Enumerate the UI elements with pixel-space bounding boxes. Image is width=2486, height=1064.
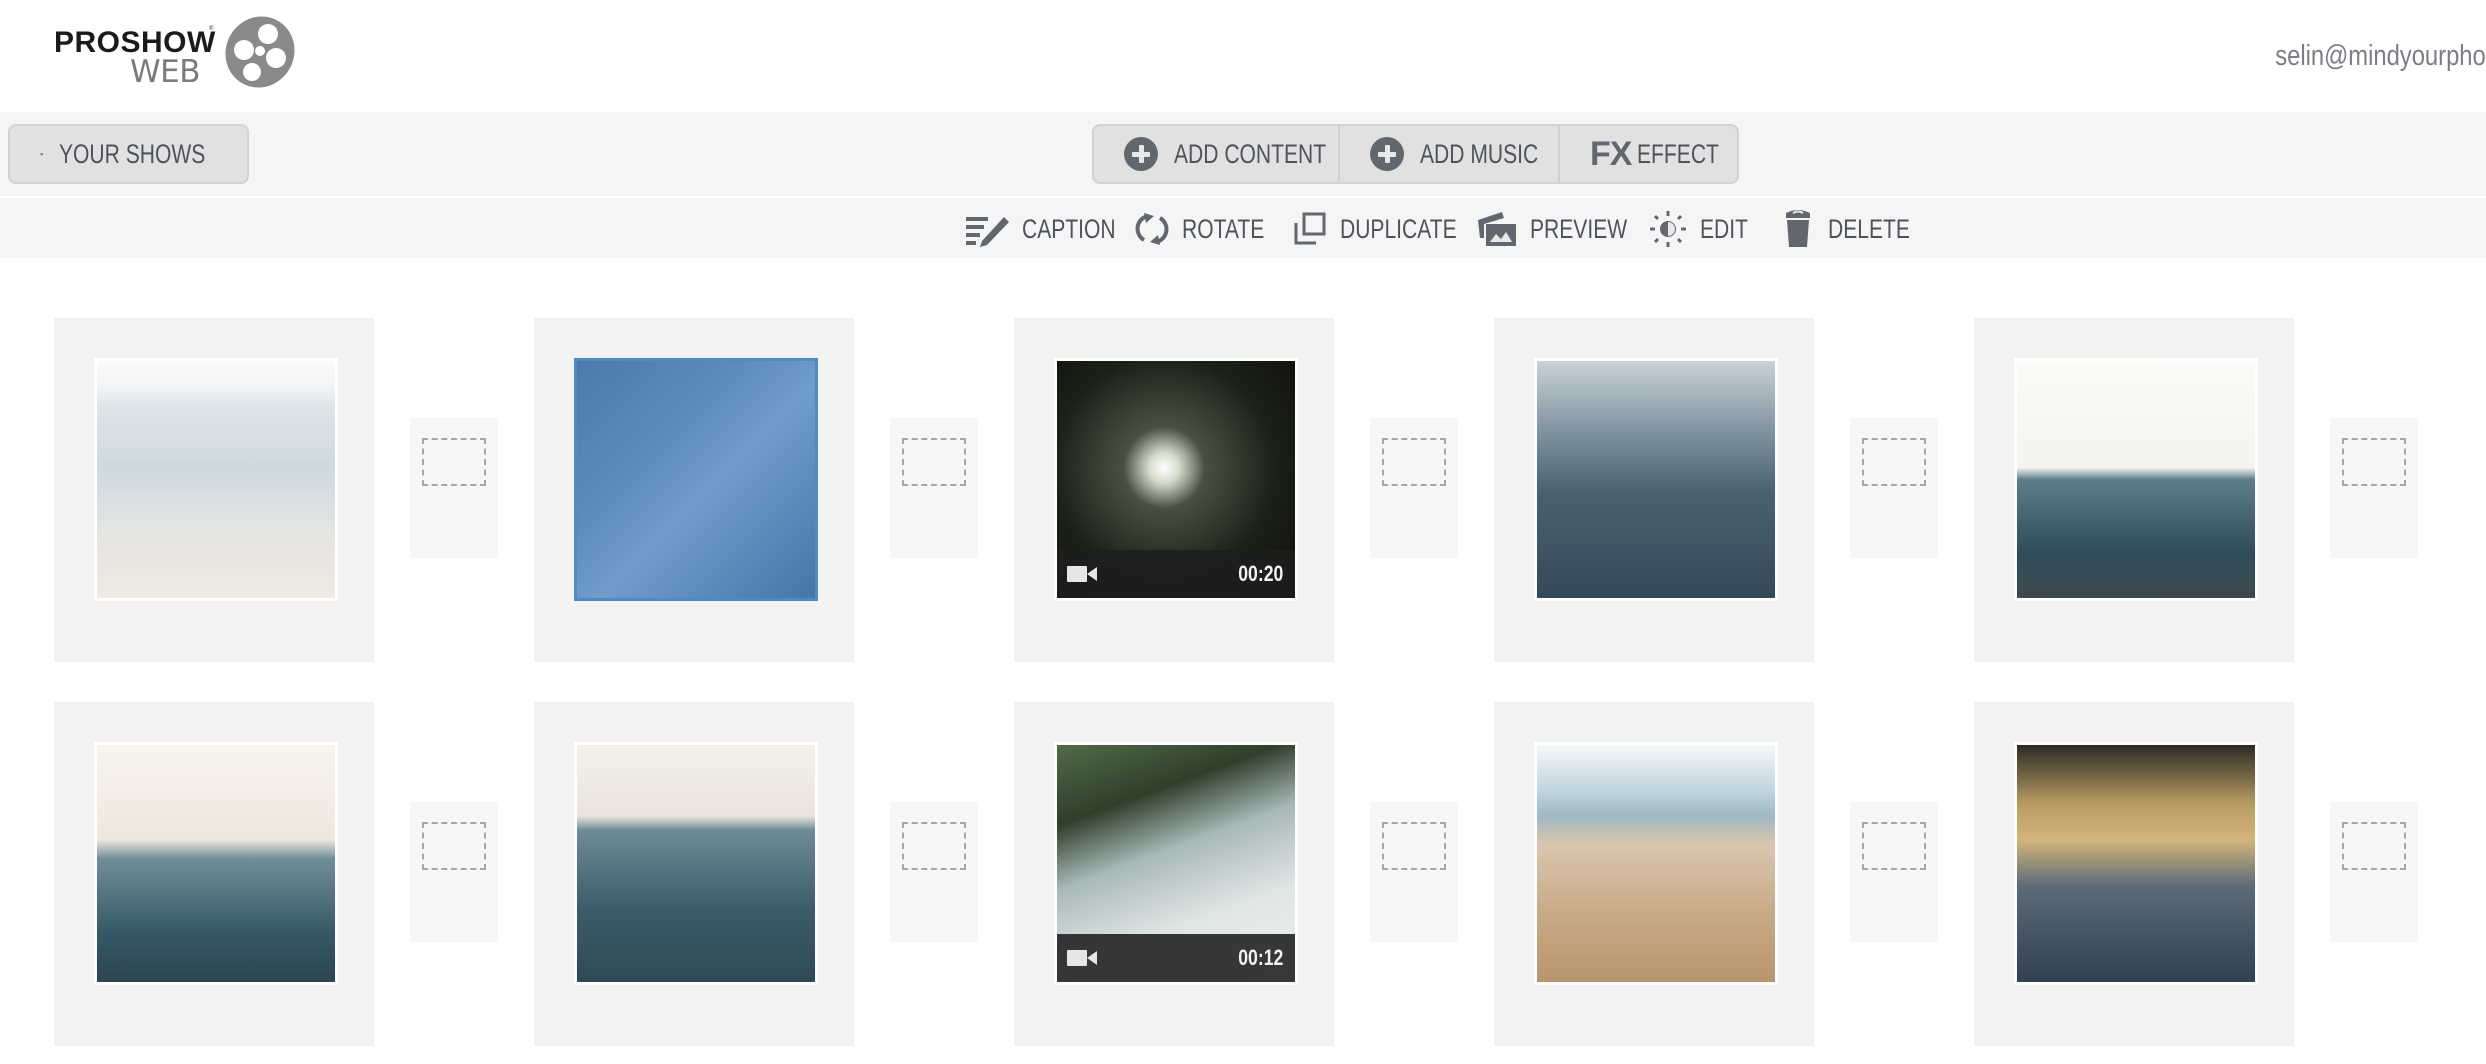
transition-placeholder-icon	[2342, 822, 2406, 870]
transition-slot[interactable]	[890, 802, 978, 942]
transition-placeholder-icon	[1862, 438, 1926, 486]
photo-thumbnail[interactable]	[94, 358, 338, 601]
slide-card[interactable]	[534, 318, 854, 662]
caption-pencil-icon	[966, 217, 1009, 247]
delete-button[interactable]: DELETE	[1780, 206, 1933, 252]
add-content-button[interactable]: ADD CONTENT	[1124, 126, 1369, 182]
transition-slot[interactable]	[410, 802, 498, 942]
edit-label: EDIT	[1700, 213, 1748, 244]
caption-button[interactable]: CAPTION	[964, 206, 1142, 252]
add-content-label: ADD CONTENT	[1174, 138, 1327, 169]
duplicate-label: DUPLICATE	[1340, 213, 1457, 244]
transition-slot[interactable]	[890, 418, 978, 558]
video-duration: 00:12	[1237, 945, 1283, 970]
registered-mark: ®	[209, 26, 214, 32]
add-music-button[interactable]: ADD MUSIC	[1370, 126, 1572, 182]
add-music-label: ADD MUSIC	[1420, 138, 1539, 169]
video-camera-icon	[1067, 564, 1099, 584]
photo-thumbnail[interactable]	[1534, 742, 1778, 985]
slide-image	[97, 361, 335, 598]
video-info-bar: 00:20	[1057, 550, 1295, 598]
your-shows-button[interactable]: YOUR SHOWS	[8, 124, 249, 184]
slide-image	[1537, 361, 1775, 598]
edit-button[interactable]: EDIT	[1648, 206, 1762, 252]
slide-image	[577, 745, 815, 982]
photo-thumbnail[interactable]	[574, 358, 818, 601]
your-shows-label: YOUR SHOWS	[59, 138, 206, 169]
slide-card[interactable]	[534, 702, 854, 1046]
transition-placeholder-icon	[422, 438, 486, 486]
preview-icon	[1478, 212, 1516, 246]
delete-label: DELETE	[1828, 213, 1910, 244]
user-email-text: selin@mindyourpho	[2275, 40, 2486, 72]
rotate-icon	[1135, 213, 1169, 245]
brightness-icon	[1650, 211, 1686, 247]
photo-thumbnail[interactable]	[94, 742, 338, 985]
transition-placeholder-icon	[1862, 822, 1926, 870]
caption-label: CAPTION	[1022, 213, 1116, 244]
add-toolbar-group: ADD CONTENT ADD MUSIC FX EFFECT	[1092, 124, 1739, 184]
proshow-web-logo[interactable]: PROSHOW ® WEB	[52, 14, 295, 94]
slide-image	[2017, 361, 2255, 598]
preview-button[interactable]: PREVIEW	[1476, 206, 1655, 252]
slide-image	[97, 745, 335, 982]
video-info-bar: 00:12	[1057, 934, 1295, 982]
plus-circle-icon	[1370, 137, 1404, 171]
slide-card[interactable]	[1974, 702, 2294, 1046]
user-account-email[interactable]: selin@mindyourpho	[2275, 40, 2486, 73]
divider	[1558, 126, 1560, 182]
transition-placeholder-icon	[1382, 438, 1446, 486]
slide-card[interactable]	[1494, 702, 1814, 1046]
slide-card[interactable]: 00:12	[1014, 702, 1334, 1046]
transition-slot[interactable]	[2330, 802, 2418, 942]
transition-slot[interactable]	[1370, 802, 1458, 942]
effect-label: EFFECT	[1637, 138, 1720, 169]
rotate-button[interactable]: ROTATE	[1134, 206, 1288, 252]
slide-card[interactable]: 00:20	[1014, 318, 1334, 662]
photo-thumbnail[interactable]	[2014, 358, 2258, 601]
transition-slot[interactable]	[1850, 418, 1938, 558]
plus-circle-icon	[1124, 137, 1158, 171]
transition-placeholder-icon	[902, 822, 966, 870]
home-icon	[40, 152, 44, 156]
slide-card[interactable]	[1974, 318, 2294, 662]
slide-image: 00:12	[1057, 745, 1295, 982]
rotate-label: ROTATE	[1182, 213, 1265, 244]
trash-icon	[1786, 210, 1810, 247]
slide-image	[577, 361, 815, 598]
transition-slot[interactable]	[1850, 802, 1938, 942]
transition-slot[interactable]	[410, 418, 498, 558]
transition-slot[interactable]	[1370, 418, 1458, 558]
preview-label: PREVIEW	[1530, 213, 1628, 244]
effect-button[interactable]: FX EFFECT	[1590, 126, 1742, 182]
photo-thumbnail[interactable]	[1534, 358, 1778, 601]
video-duration: 00:20	[1237, 561, 1283, 586]
transition-placeholder-icon	[2342, 438, 2406, 486]
slide-image	[1537, 745, 1775, 982]
video-thumbnail[interactable]: 00:12	[1054, 742, 1298, 985]
film-reel-icon	[225, 16, 295, 88]
slide-card[interactable]	[54, 318, 374, 662]
duplicate-button[interactable]: DUPLICATE	[1292, 206, 1490, 252]
transition-slot[interactable]	[2330, 418, 2418, 558]
divider	[1338, 126, 1340, 182]
transition-placeholder-icon	[422, 822, 486, 870]
slide-image	[2017, 745, 2255, 982]
photo-thumbnail[interactable]	[574, 742, 818, 985]
video-camera-icon	[1067, 948, 1099, 968]
duplicate-icon	[1294, 212, 1326, 245]
transition-placeholder-icon	[902, 438, 966, 486]
photo-thumbnail[interactable]	[2014, 742, 2258, 985]
fx-icon: FX	[1590, 134, 1632, 173]
transition-placeholder-icon	[1382, 822, 1446, 870]
video-thumbnail[interactable]: 00:20	[1054, 358, 1298, 601]
slide-card[interactable]	[54, 702, 374, 1046]
logo-text-web: WEB	[130, 54, 201, 90]
slide-card[interactable]	[1494, 318, 1814, 662]
slide-image: 00:20	[1057, 361, 1295, 598]
